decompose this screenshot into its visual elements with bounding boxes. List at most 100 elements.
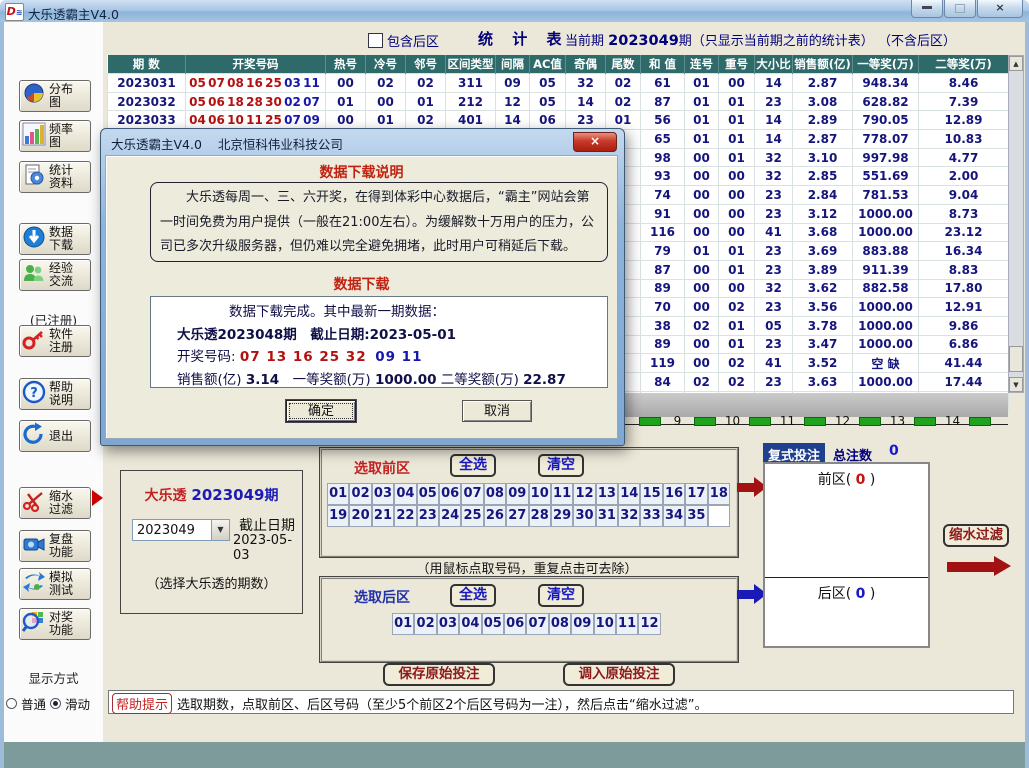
front-number-23[interactable]: 23 bbox=[417, 505, 439, 527]
sidebar-button-download[interactable]: 数据 下载 bbox=[19, 223, 91, 255]
back-clear-button[interactable]: 清空 bbox=[538, 584, 584, 607]
close-button[interactable]: × bbox=[977, 0, 1023, 18]
sidebar-button-simulate[interactable]: 模拟 测试 bbox=[19, 568, 91, 600]
back-number-06[interactable]: 06 bbox=[504, 613, 526, 635]
radio-sliding[interactable] bbox=[50, 698, 61, 709]
back-number-09[interactable]: 09 bbox=[571, 613, 593, 635]
front-number-20[interactable]: 20 bbox=[349, 505, 371, 527]
front-number-13[interactable]: 13 bbox=[596, 483, 618, 505]
table-column-header[interactable]: 一等奖(万) bbox=[853, 55, 919, 74]
back-number-12[interactable]: 12 bbox=[638, 613, 660, 635]
table-column-header[interactable]: 重号 bbox=[719, 55, 755, 74]
scroll-down-button[interactable]: ▼ bbox=[1009, 377, 1023, 392]
maximize-button[interactable] bbox=[944, 0, 976, 18]
chevron-down-icon[interactable]: ▼ bbox=[211, 520, 229, 540]
front-number-22[interactable]: 22 bbox=[394, 505, 416, 527]
sidebar-button-community[interactable]: 经验 交流 bbox=[19, 259, 91, 291]
sidebar-button-check-prize[interactable]: 对奖 功能 bbox=[19, 608, 91, 640]
table-row[interactable]: 2023031050708162503110002023110905320261… bbox=[108, 74, 1009, 93]
front-number-15[interactable]: 15 bbox=[640, 483, 662, 505]
back-select-all-button[interactable]: 全选 bbox=[450, 584, 496, 607]
front-number-18[interactable]: 18 bbox=[708, 483, 730, 505]
front-number-17[interactable]: 17 bbox=[685, 483, 707, 505]
front-number-24[interactable]: 24 bbox=[439, 505, 461, 527]
front-number-27[interactable]: 27 bbox=[506, 505, 528, 527]
table-row[interactable]: 2023032050618283002070100012121205140287… bbox=[108, 92, 1009, 111]
front-number-19[interactable]: 19 bbox=[327, 505, 349, 527]
load-bets-button[interactable]: 调入原始投注 bbox=[563, 663, 675, 686]
front-number-01[interactable]: 01 bbox=[327, 483, 349, 505]
table-row[interactable]: 2023033040610112507090001024011406230156… bbox=[108, 111, 1009, 130]
table-column-header[interactable]: 销售额(亿) bbox=[793, 55, 853, 74]
front-number-05[interactable]: 05 bbox=[417, 483, 439, 505]
scroll-up-button[interactable]: ▲ bbox=[1009, 56, 1023, 71]
table-scrollbar[interactable]: ▲ ▼ bbox=[1008, 55, 1024, 393]
front-number-33[interactable]: 33 bbox=[640, 505, 662, 527]
shrink-filter-button[interactable]: 缩水过滤 bbox=[943, 524, 1009, 547]
dialog-close-button[interactable]: × bbox=[573, 132, 617, 152]
back-number-10[interactable]: 10 bbox=[594, 613, 616, 635]
front-number-28[interactable]: 28 bbox=[529, 505, 551, 527]
sidebar-button-replay[interactable]: 复盘 功能 bbox=[19, 530, 91, 562]
table-column-header[interactable]: 大小比 bbox=[755, 55, 793, 74]
front-number-10[interactable]: 10 bbox=[529, 483, 551, 505]
back-number-02[interactable]: 02 bbox=[414, 613, 436, 635]
front-select-all-button[interactable]: 全选 bbox=[450, 454, 496, 477]
front-number-09[interactable]: 09 bbox=[506, 483, 528, 505]
front-number-34[interactable]: 34 bbox=[663, 505, 685, 527]
back-number-07[interactable]: 07 bbox=[526, 613, 548, 635]
front-number-04[interactable]: 04 bbox=[394, 483, 416, 505]
front-number-12[interactable]: 12 bbox=[573, 483, 595, 505]
back-number-05[interactable]: 05 bbox=[482, 613, 504, 635]
front-number-02[interactable]: 02 bbox=[349, 483, 371, 505]
table-column-header[interactable]: 间隔 bbox=[496, 55, 530, 74]
sidebar-button-exit[interactable]: 退出 bbox=[19, 420, 91, 452]
front-number-14[interactable]: 14 bbox=[618, 483, 640, 505]
front-number-25[interactable]: 25 bbox=[461, 505, 483, 527]
table-column-header[interactable]: 期 数 bbox=[108, 55, 186, 74]
front-clear-button[interactable]: 清空 bbox=[538, 454, 584, 477]
radio-normal[interactable] bbox=[6, 698, 17, 709]
sidebar-button-shrink-filter[interactable]: 缩水 过滤 bbox=[19, 487, 91, 519]
front-number-06[interactable]: 06 bbox=[439, 483, 461, 505]
table-column-header[interactable]: 尾数 bbox=[606, 55, 641, 74]
period-dropdown[interactable]: 2023049 ▼ bbox=[132, 519, 230, 541]
front-number-29[interactable]: 29 bbox=[551, 505, 573, 527]
front-number-31[interactable]: 31 bbox=[596, 505, 618, 527]
table-column-header[interactable]: AC值 bbox=[530, 55, 566, 74]
back-number-04[interactable]: 04 bbox=[459, 613, 481, 635]
front-number-08[interactable]: 08 bbox=[484, 483, 506, 505]
back-number-03[interactable]: 03 bbox=[437, 613, 459, 635]
back-number-08[interactable]: 08 bbox=[549, 613, 571, 635]
sidebar-button-stats[interactable]: 统计 资料 bbox=[19, 161, 91, 193]
front-number-07[interactable]: 07 bbox=[461, 483, 483, 505]
table-column-header[interactable]: 开奖号码 bbox=[186, 55, 326, 74]
include-back-checkbox[interactable] bbox=[368, 33, 383, 48]
table-column-header[interactable]: 热号 bbox=[326, 55, 366, 74]
table-column-header[interactable]: 和 值 bbox=[641, 55, 685, 74]
table-column-header[interactable]: 连号 bbox=[685, 55, 719, 74]
sidebar-button-frequency[interactable]: 频率 图 bbox=[19, 120, 91, 152]
front-number-03[interactable]: 03 bbox=[372, 483, 394, 505]
sidebar-button-register[interactable]: 软件 注册 bbox=[19, 325, 91, 357]
dialog-ok-button[interactable]: 确定 bbox=[286, 400, 356, 422]
scrollbar-thumb[interactable] bbox=[1009, 346, 1023, 372]
table-column-header[interactable]: 冷号 bbox=[366, 55, 406, 74]
sidebar-button-help[interactable]: ? 帮助 说明 bbox=[19, 378, 91, 410]
front-number-26[interactable]: 26 bbox=[484, 505, 506, 527]
front-number-16[interactable]: 16 bbox=[663, 483, 685, 505]
table-column-header[interactable]: 邻号 bbox=[406, 55, 446, 74]
back-number-01[interactable]: 01 bbox=[392, 613, 414, 635]
back-number-11[interactable]: 11 bbox=[616, 613, 638, 635]
sidebar-button-distribution[interactable]: 分布 图 bbox=[19, 80, 91, 112]
table-column-header[interactable]: 奇偶 bbox=[566, 55, 606, 74]
table-column-header[interactable]: 二等奖(万) bbox=[919, 55, 1009, 74]
save-bets-button[interactable]: 保存原始投注 bbox=[383, 663, 495, 686]
front-number-30[interactable]: 30 bbox=[573, 505, 595, 527]
table-column-header[interactable]: 区间类型 bbox=[446, 55, 496, 74]
front-number-35[interactable]: 35 bbox=[685, 505, 707, 527]
front-number-32[interactable]: 32 bbox=[618, 505, 640, 527]
front-number-11[interactable]: 11 bbox=[551, 483, 573, 505]
dialog-cancel-button[interactable]: 取消 bbox=[462, 400, 532, 422]
front-number-21[interactable]: 21 bbox=[372, 505, 394, 527]
